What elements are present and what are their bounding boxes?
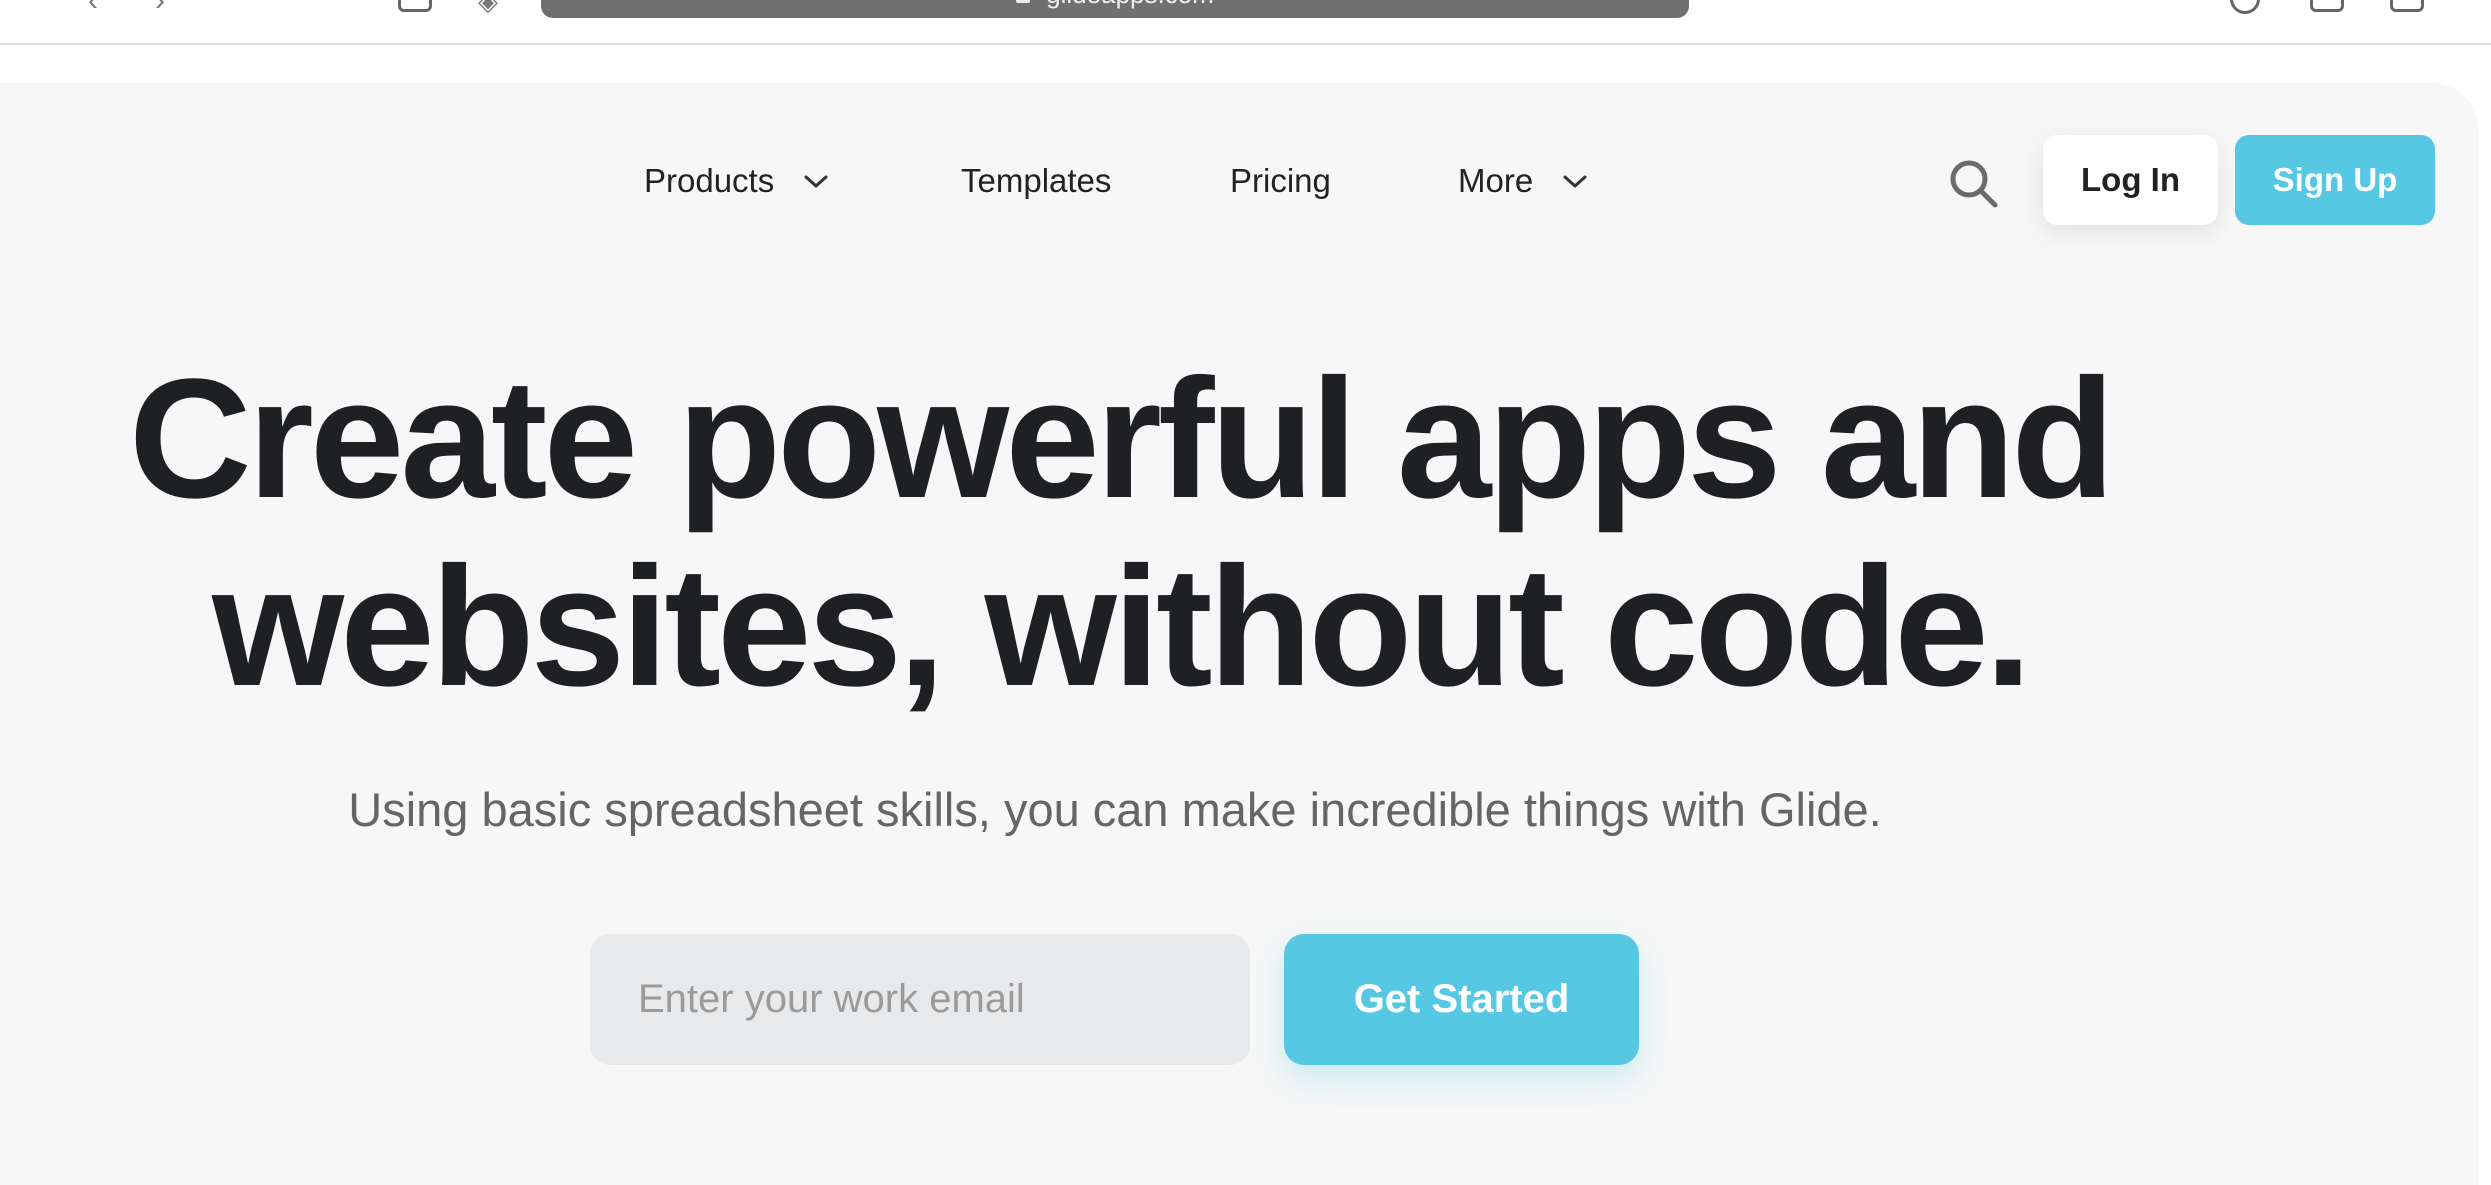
- lock-icon: [1016, 0, 1031, 4]
- chevron-down-icon: [1562, 156, 1588, 202]
- hero-title-line-2: websites, without code.: [211, 532, 2032, 722]
- search-button[interactable]: [1945, 155, 2003, 213]
- get-started-button[interactable]: Get Started: [1284, 934, 1639, 1065]
- login-button[interactable]: Log In: [2043, 135, 2218, 225]
- nav-pricing-label: Pricing: [1230, 162, 1331, 199]
- back-icon[interactable]: ‹: [88, 0, 98, 16]
- clock-icon[interactable]: [2230, 0, 2260, 14]
- nav-products-label: Products: [644, 162, 775, 199]
- nav-pricing[interactable]: Pricing: [1230, 158, 1331, 204]
- tab-overview-icon[interactable]: [398, 0, 432, 12]
- chevron-down-icon: [803, 156, 829, 202]
- browser-toolbar: ‹ › ◈ glideapps.com: [0, 0, 2491, 45]
- search-icon: [1950, 160, 1998, 208]
- nav-templates-label: Templates: [961, 162, 1112, 199]
- forward-icon[interactable]: ›: [155, 0, 165, 16]
- share-icon[interactable]: [2310, 0, 2344, 12]
- nav-more[interactable]: More: [1458, 158, 1588, 204]
- signup-label: Sign Up: [2272, 161, 2398, 198]
- signup-button[interactable]: Sign Up: [2235, 135, 2435, 225]
- email-input[interactable]: [590, 934, 1250, 1065]
- login-label: Log In: [2081, 161, 2180, 198]
- get-started-label: Get Started: [1353, 977, 1570, 1021]
- browser-edge: [2478, 83, 2491, 1185]
- nav-more-label: More: [1458, 162, 1534, 199]
- nav-products[interactable]: Products: [644, 158, 829, 204]
- hero-subtitle: Using basic spreadsheet skills, you can …: [348, 783, 1882, 836]
- address-text: glideapps.com: [1046, 0, 1214, 9]
- address-bar[interactable]: glideapps.com: [541, 0, 1689, 18]
- nav-templates[interactable]: Templates: [961, 158, 1111, 204]
- hero-title: Create powerful apps and websites, witho…: [0, 345, 2240, 721]
- new-tab-icon[interactable]: [2390, 0, 2424, 12]
- hero-title-line-1: Create powerful apps and: [128, 344, 2115, 534]
- shield-icon[interactable]: ◈: [478, 0, 498, 16]
